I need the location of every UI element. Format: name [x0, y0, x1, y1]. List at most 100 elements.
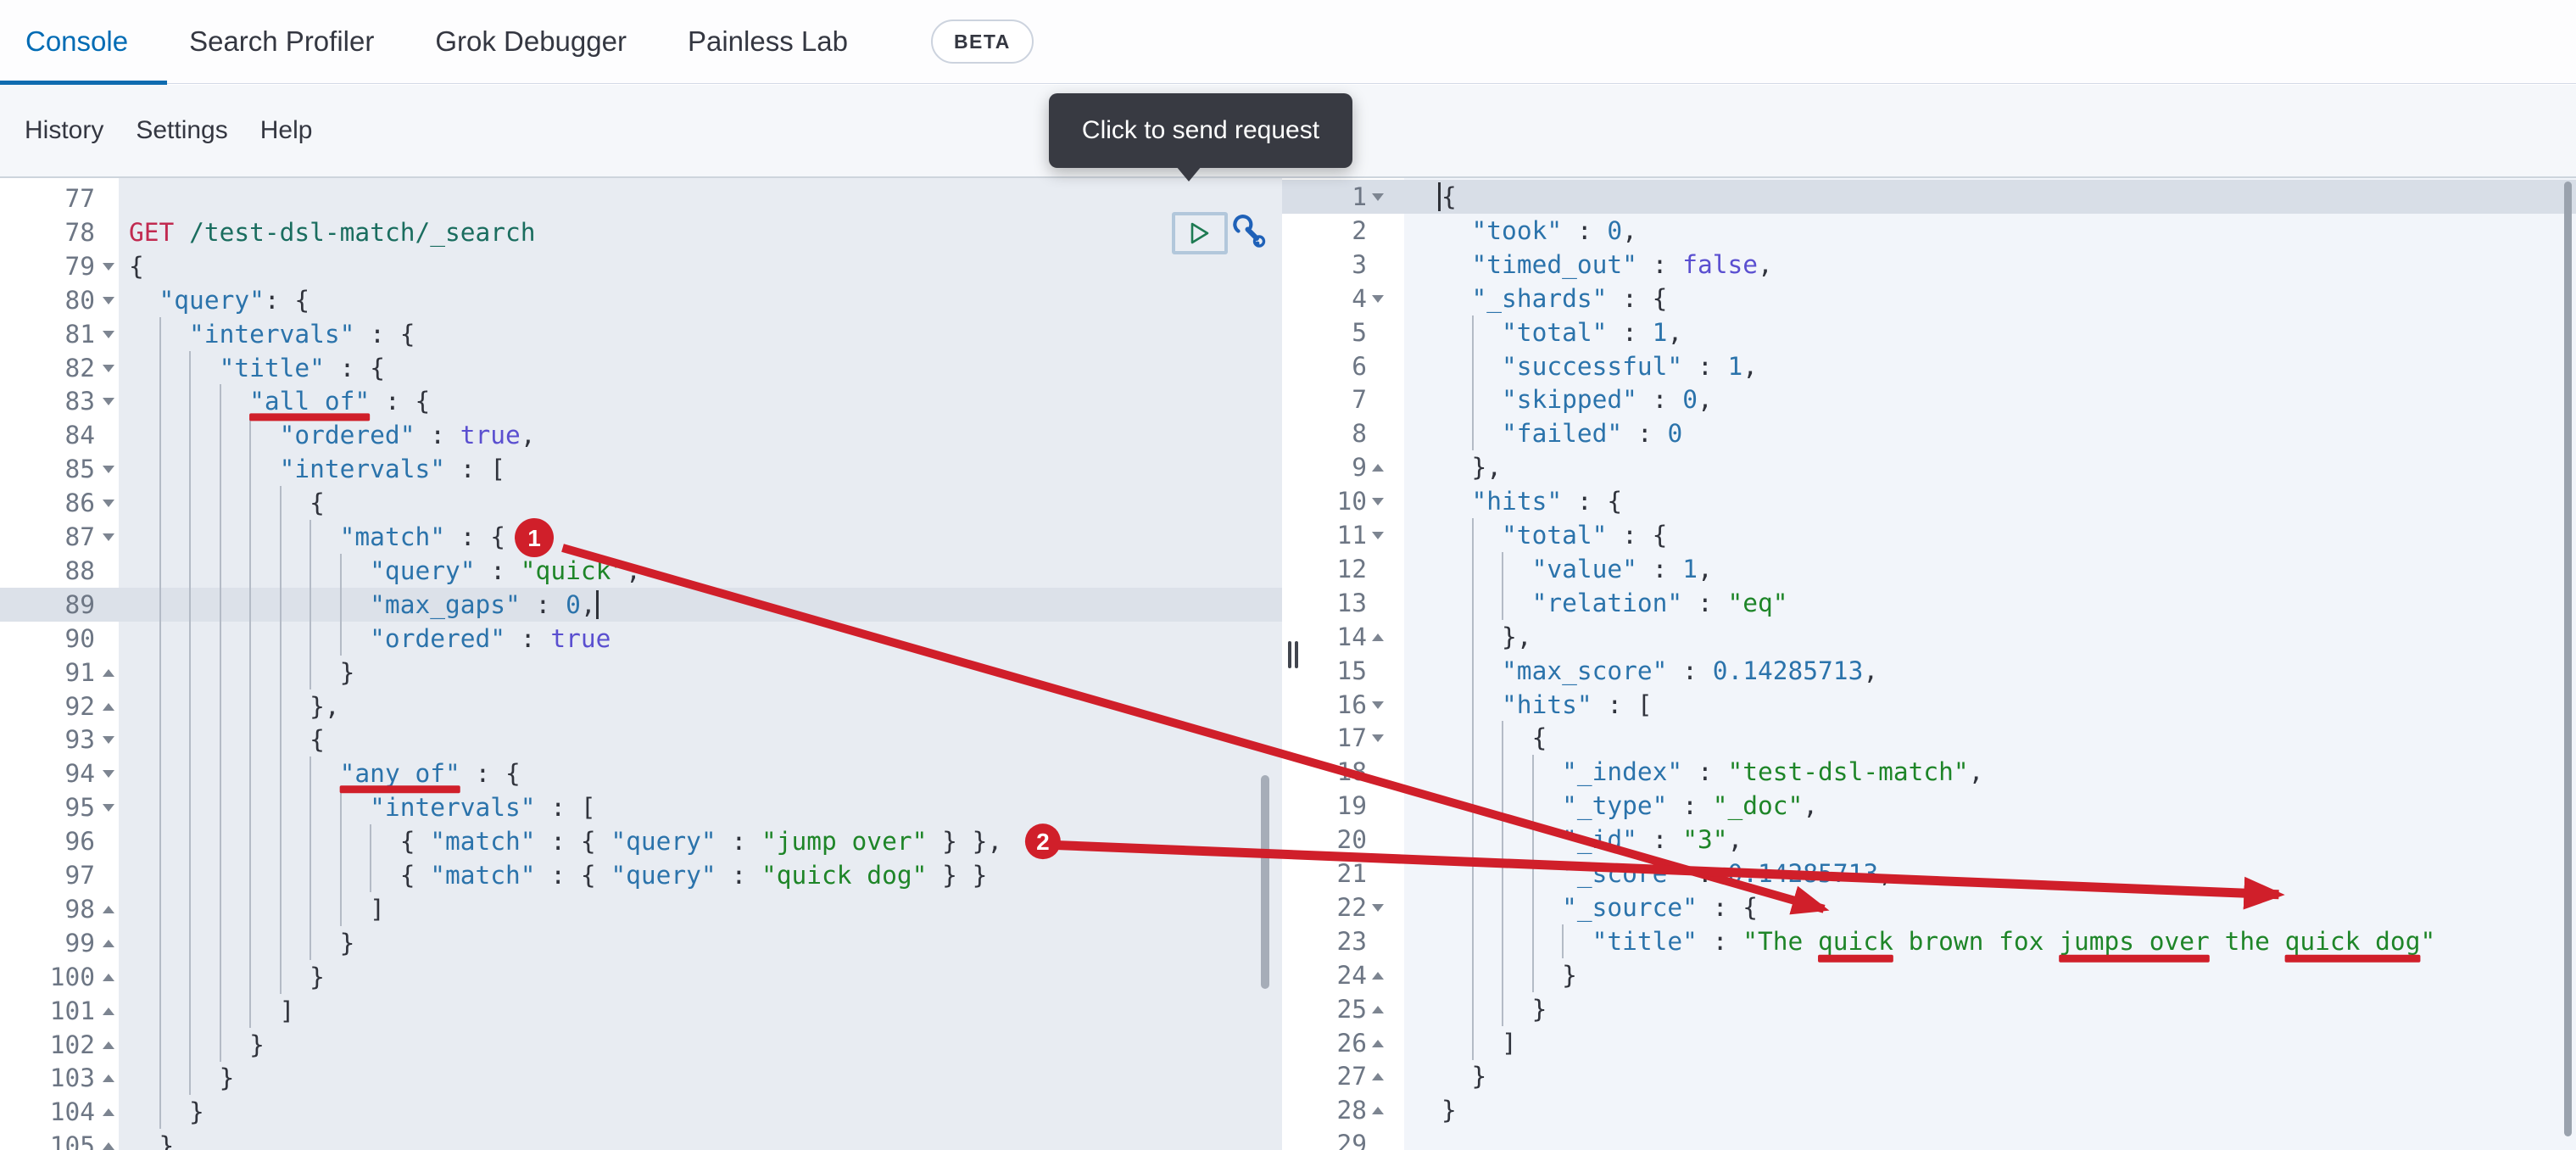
line-number: 20: [1336, 825, 1367, 855]
fold-open-icon[interactable]: [103, 736, 114, 745]
fold-close-icon[interactable]: [103, 1108, 114, 1117]
fold-open-icon[interactable]: [1372, 294, 1384, 303]
line-number: 92: [64, 691, 95, 721]
fold-close-icon[interactable]: [103, 973, 114, 981]
menu-item-help[interactable]: Help: [260, 116, 313, 145]
send-request-button[interactable]: [1172, 212, 1228, 254]
fold-close-icon[interactable]: [103, 1142, 114, 1150]
fold-close-icon[interactable]: [1372, 1039, 1384, 1047]
fold-close-icon[interactable]: [1372, 1107, 1384, 1115]
code-line-17: 17 {: [1282, 721, 2576, 756]
fold-open-icon[interactable]: [103, 770, 114, 779]
fold-close-icon[interactable]: [103, 1041, 114, 1049]
fold-close-icon[interactable]: [103, 939, 114, 947]
fold-close-icon[interactable]: [103, 1075, 114, 1083]
tab-search-profiler[interactable]: Search Profiler: [189, 25, 374, 58]
line-number: 77: [64, 184, 95, 213]
request-editor-scrollbar[interactable]: [1261, 775, 1269, 989]
fold-close-icon[interactable]: [1372, 1073, 1384, 1081]
fold-close-icon[interactable]: [103, 1007, 114, 1015]
code-line-94: 94 "any_of" : {: [0, 756, 1282, 791]
code-text: },: [1441, 453, 1503, 483]
request-options-button[interactable]: [1231, 214, 1268, 253]
line-number: 6: [1352, 351, 1367, 381]
code-text: "_shards" : {: [1471, 283, 1668, 313]
code-text: }: [129, 1063, 235, 1093]
line-number: 25: [1336, 994, 1367, 1024]
fold-open-icon[interactable]: [1372, 701, 1384, 709]
line-number: 26: [1336, 1028, 1367, 1058]
fold-close-icon[interactable]: [103, 668, 114, 677]
fold-close-icon[interactable]: [103, 905, 114, 913]
fold-open-icon[interactable]: [103, 296, 114, 304]
code-text: },: [129, 691, 340, 721]
fold-close-icon[interactable]: [1372, 464, 1384, 472]
line-number: 93: [64, 725, 95, 755]
code-text: "hits" : {: [1471, 487, 1623, 516]
code-line-82: 82 "title" : {: [0, 350, 1282, 385]
panel-resizer-handle[interactable]: [1295, 641, 1298, 668]
line-number: 82: [64, 353, 95, 382]
code-line-80: 80 "query": {: [0, 283, 1282, 317]
code-text: "query" : "quick",: [370, 555, 641, 585]
fold-close-icon[interactable]: [1372, 971, 1384, 980]
line-number: 24: [1336, 960, 1367, 990]
line-number: 104: [49, 1097, 95, 1127]
fold-open-icon[interactable]: [103, 398, 114, 406]
panel-resizer-handle[interactable]: [1288, 641, 1291, 668]
line-number: 7: [1352, 385, 1367, 415]
line-number: 101: [49, 996, 95, 1025]
fold-open-icon[interactable]: [103, 330, 114, 338]
code-text: {: [1441, 182, 1457, 211]
tab-grok-debugger[interactable]: Grok Debugger: [435, 25, 627, 58]
code-line-89: 89 "max_gaps" : 0,: [0, 587, 1282, 622]
code-line-3: 3 "timed_out" : false,: [1282, 248, 2576, 282]
play-icon: [1190, 222, 1209, 244]
code-text: "_score" : 0.14285713,: [1562, 859, 1893, 888]
line-number: 3: [1352, 249, 1367, 279]
fold-open-icon[interactable]: [1372, 734, 1384, 743]
fold-open-icon[interactable]: [1372, 532, 1384, 539]
code-line-83: 83 "all_of" : {: [0, 384, 1282, 419]
line-number: 96: [64, 827, 95, 857]
line-number: 5: [1352, 317, 1367, 347]
fold-open-icon[interactable]: [1372, 498, 1384, 506]
fold-close-icon[interactable]: [103, 702, 114, 711]
fold-open-icon[interactable]: [103, 262, 114, 271]
fold-open-icon[interactable]: [103, 466, 114, 474]
fold-open-icon[interactable]: [103, 804, 114, 812]
fold-open-icon[interactable]: [103, 533, 114, 541]
fold-open-icon[interactable]: [103, 364, 114, 372]
line-number: 95: [64, 793, 95, 823]
code-text: "intervals" : [: [279, 455, 506, 484]
code-line-10: 10 "hits" : {: [1282, 484, 2576, 518]
request-editor[interactable]: 77 78 GET /test-dsl-match/_search 79 {80 "qu…: [0, 178, 1282, 1150]
code-line-102: 102 }: [0, 1027, 1282, 1062]
fold-close-icon[interactable]: [1372, 633, 1384, 641]
response-editor-scrollbar[interactable]: [2564, 181, 2572, 1136]
code-line-95: 95 "intervals" : [: [0, 790, 1282, 825]
menu-item-history[interactable]: History: [25, 116, 103, 145]
code-line-20: 20 "_id" : "3",: [1282, 823, 2576, 857]
code-text: }: [1441, 1096, 1457, 1125]
code-line-29: 29: [1282, 1127, 2576, 1150]
line-number: 88: [64, 555, 95, 585]
tab-console[interactable]: Console: [25, 25, 128, 58]
code-line-9: 9 },: [1282, 450, 2576, 484]
fold-close-icon[interactable]: [1372, 1005, 1384, 1013]
response-editor[interactable]: 1{2 "took" : 0, 3 "timed_out" : false, 4 "…: [1282, 178, 2576, 1150]
fold-open-icon[interactable]: [103, 500, 114, 508]
code-line-93: 93 {: [0, 723, 1282, 757]
line-number: 79: [64, 251, 95, 281]
menu-item-settings[interactable]: Settings: [136, 116, 227, 145]
code-text: "total" : 1,: [1502, 317, 1683, 347]
code-text: "skipped" : 0,: [1502, 385, 1713, 415]
code-line-87: 87 "match" : {: [0, 520, 1282, 554]
line-number: 2: [1352, 215, 1367, 245]
code-text: "_type" : "_doc",: [1562, 791, 1819, 821]
fold-open-icon[interactable]: [1372, 903, 1384, 912]
line-number: 99: [64, 928, 95, 957]
tab-painless-lab[interactable]: Painless Lab: [688, 25, 848, 58]
line-number: 81: [64, 319, 95, 349]
fold-open-icon[interactable]: [1372, 193, 1384, 201]
